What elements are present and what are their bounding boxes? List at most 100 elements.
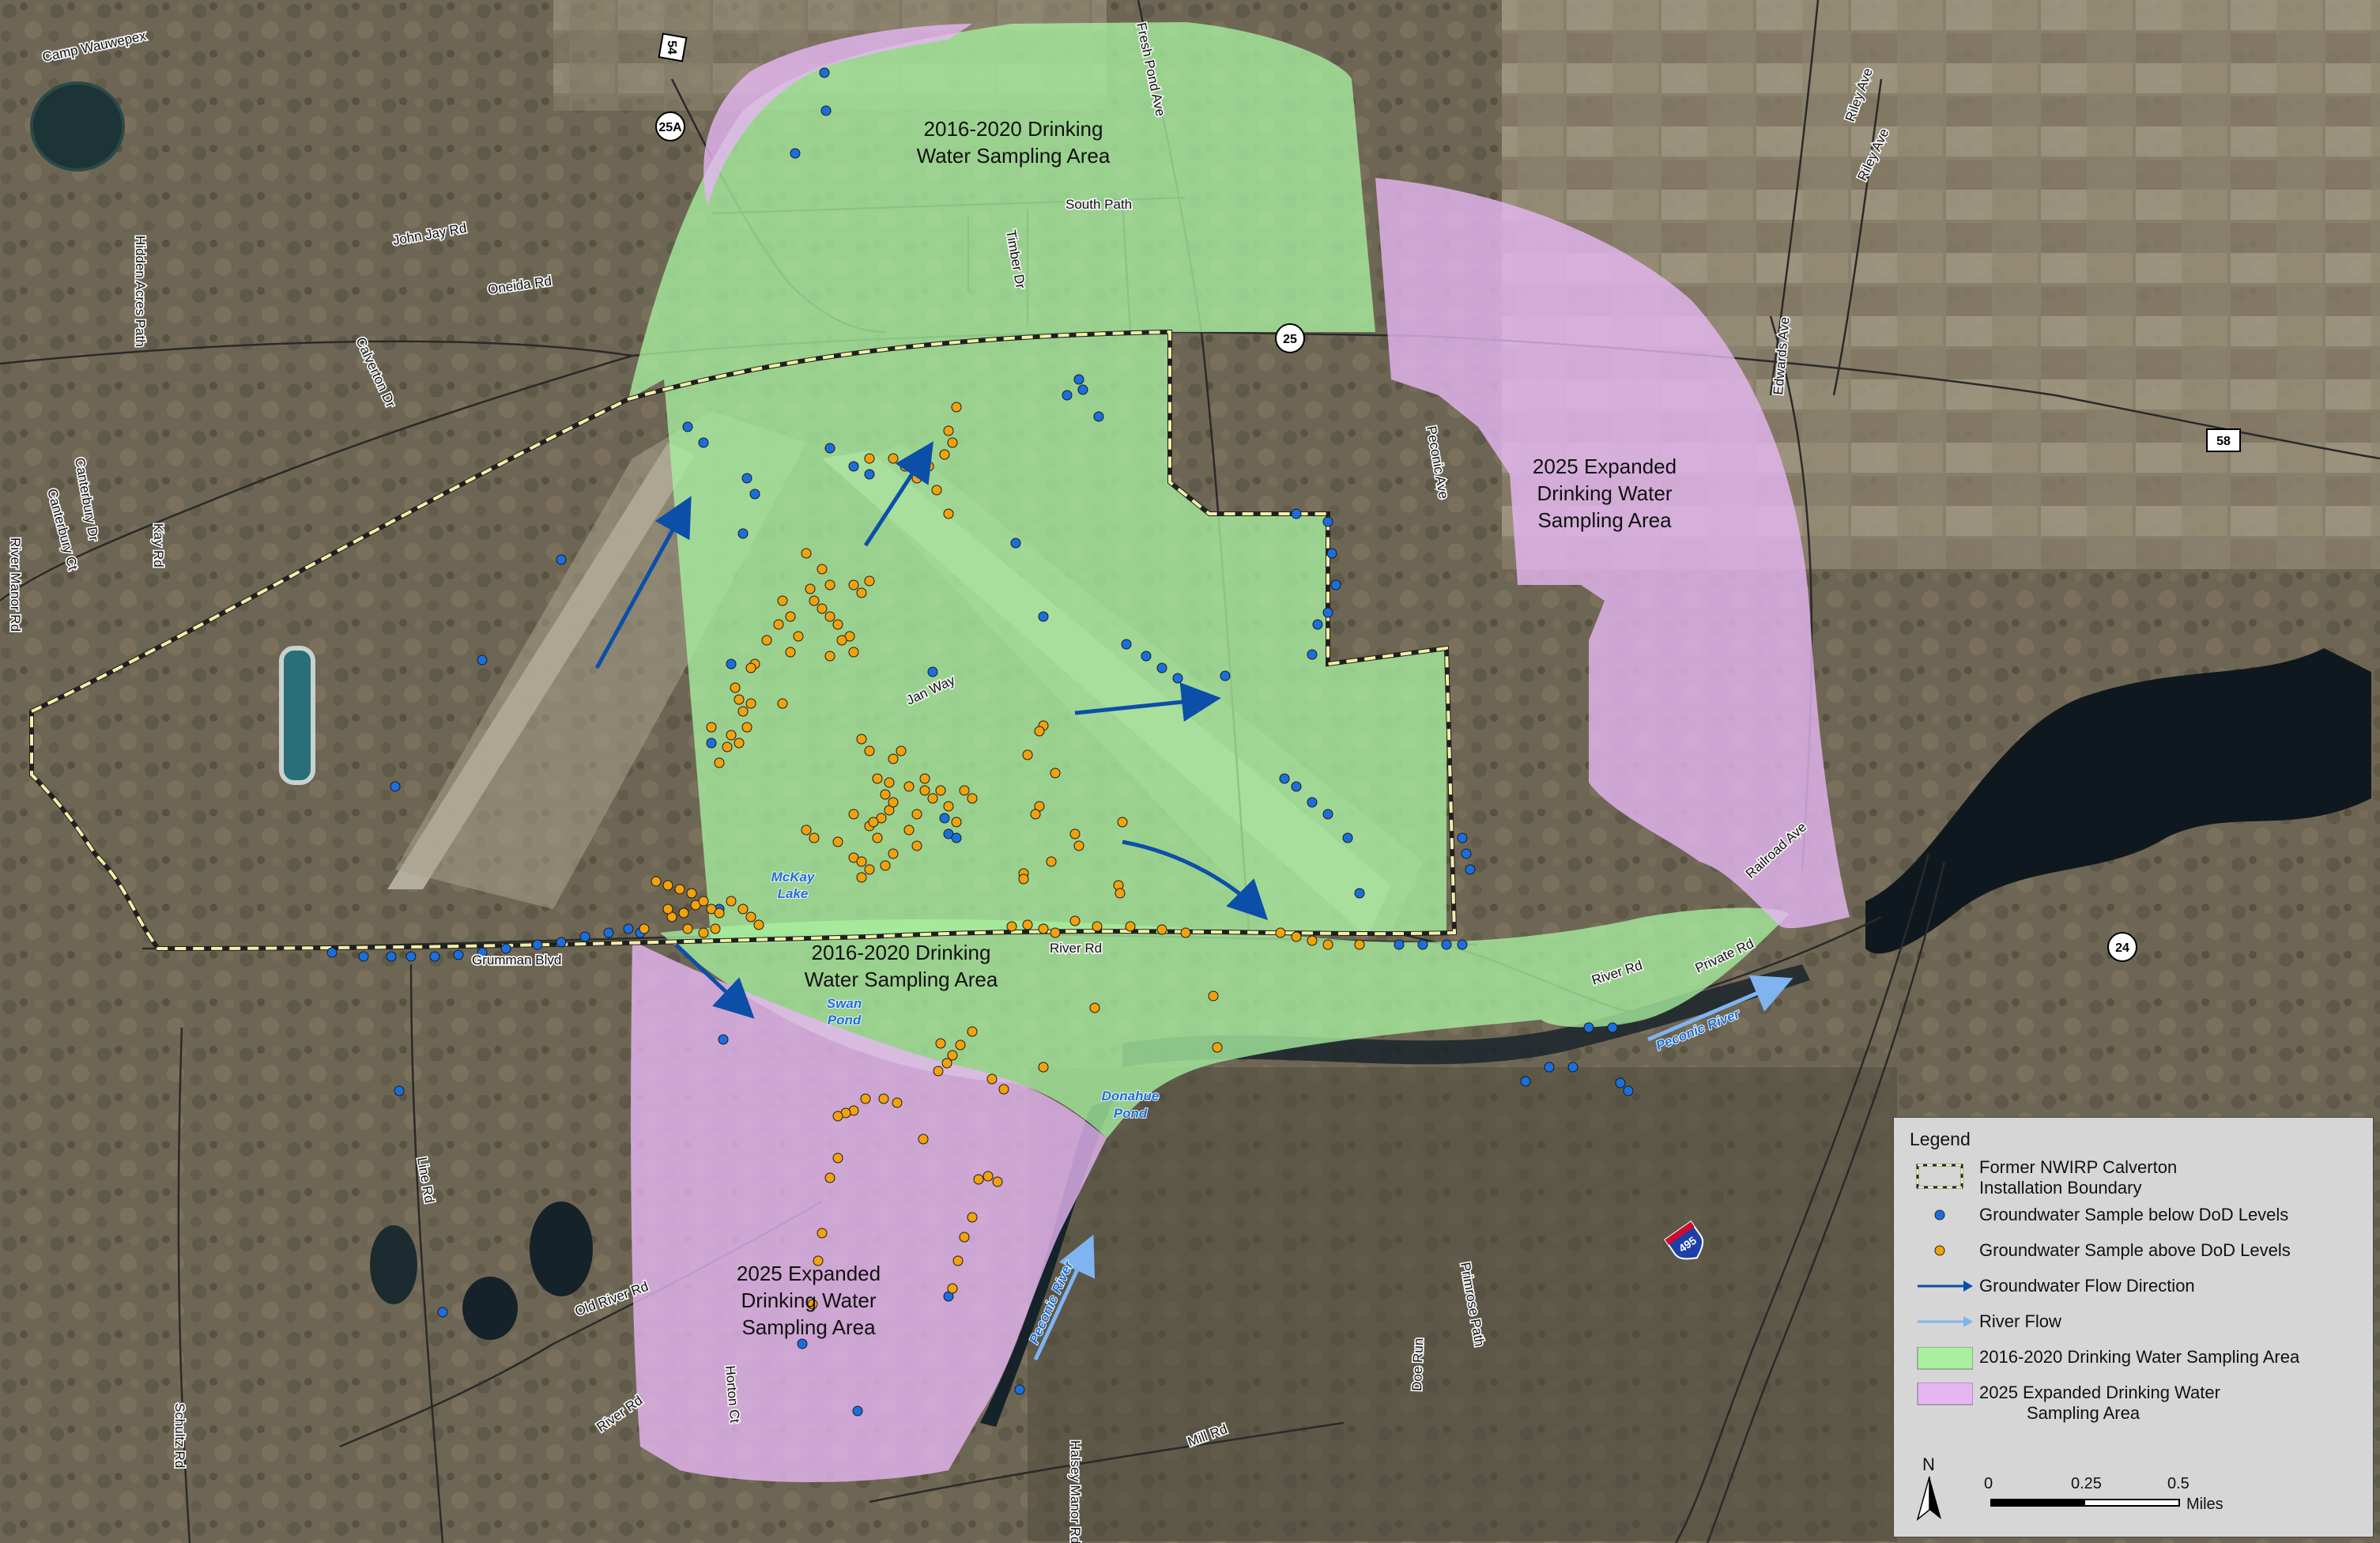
sample-point-above-levels	[1117, 817, 1128, 828]
sample-point-below-levels	[1441, 939, 1452, 950]
sample-point-above-levels	[947, 437, 958, 448]
sample-point-below-levels	[326, 947, 338, 958]
sample-point-above-levels	[785, 611, 796, 622]
sample-point-above-levels	[884, 777, 895, 788]
road-label: Doe Run	[1409, 1337, 1426, 1391]
sample-point-below-levels	[386, 951, 397, 962]
sample-point-above-levels	[888, 797, 899, 808]
sample-point-above-levels	[923, 461, 934, 472]
legend-label: River Flow	[1979, 1311, 2061, 1331]
sample-point-above-levels	[1069, 915, 1081, 926]
flow-arrow-swatch	[1918, 1281, 1973, 1292]
orange-dot-swatch	[1934, 1245, 1945, 1256]
sample-point-below-levels	[1461, 848, 1472, 859]
legend-label: Former NWIRP Calverton	[1979, 1157, 2178, 1177]
sample-point-below-levels	[864, 469, 875, 480]
sample-point-above-levels	[986, 1073, 998, 1085]
sample-point-above-levels	[832, 1153, 843, 1164]
boundary-swatch	[1916, 1164, 1963, 1189]
sample-point-above-levels	[848, 809, 859, 820]
sample-point-below-levels	[718, 1034, 729, 1045]
sample-point-above-levels	[943, 508, 954, 519]
sample-point-above-levels	[955, 1039, 966, 1051]
sample-point-above-levels	[1022, 749, 1033, 760]
sample-point-below-levels	[1307, 797, 1318, 808]
sample-point-above-levels	[817, 1228, 828, 1239]
sample-point-above-levels	[856, 587, 867, 598]
sample-point-above-levels	[1073, 840, 1084, 851]
legend-label: Installation Boundary	[1979, 1178, 2142, 1198]
sample-point-above-levels	[911, 809, 922, 820]
sample-point-below-levels	[1354, 888, 1365, 899]
sample-point-above-levels	[801, 548, 812, 559]
map-legend: Legend Former NWIRP Calverton Installatio…	[1893, 1117, 2374, 1537]
sample-point-above-levels	[864, 864, 875, 875]
sample-point-below-levels	[1014, 1384, 1025, 1395]
sample-point-above-levels	[809, 595, 820, 606]
pond-south-2	[462, 1277, 518, 1340]
sample-point-above-levels	[1050, 768, 1061, 779]
svg-text:54: 54	[665, 40, 678, 55]
sample-point-above-levels	[824, 1172, 835, 1183]
route-shield-25a: 25A	[655, 111, 685, 141]
sample-point-above-levels	[1046, 856, 1057, 867]
road-label: Halsey Manor Rd	[1068, 1440, 1083, 1543]
sample-point-above-levels	[848, 647, 859, 658]
sample-point-above-levels	[1275, 927, 1286, 938]
sample-point-above-levels	[809, 832, 820, 843]
sample-point-above-levels	[864, 453, 875, 464]
sample-point-above-levels	[777, 595, 788, 606]
road-label: Grumman Blvd	[472, 953, 561, 968]
sample-point-below-levels	[1322, 516, 1333, 527]
sample-point-below-levels	[1172, 673, 1183, 684]
sample-point-above-levels	[1354, 939, 1365, 950]
sample-point-below-levels	[603, 927, 614, 938]
sample-point-above-levels	[714, 907, 725, 919]
sample-point-above-levels	[706, 722, 717, 733]
sample-point-above-levels	[856, 872, 867, 883]
route-shield-25: 25	[1275, 323, 1305, 353]
scale-tick-2: 0.5	[2167, 1475, 2190, 1492]
sample-point-below-levels	[797, 1338, 808, 1349]
sample-point-above-levels	[872, 773, 883, 784]
sample-point-above-levels	[951, 402, 962, 413]
sample-point-below-levels	[1062, 390, 1073, 401]
sample-point-below-levels	[848, 461, 859, 472]
sample-point-below-levels	[1121, 639, 1132, 650]
sample-point-above-levels	[967, 1026, 978, 1037]
river-arrow-swatch	[1918, 1316, 1973, 1327]
sample-point-above-levels	[951, 817, 962, 828]
sample-point-below-levels	[1544, 1062, 1555, 1073]
sample-point-above-levels	[1291, 931, 1302, 942]
sample-point-above-levels	[911, 840, 922, 851]
sample-point-below-levels	[1291, 781, 1302, 792]
sample-point-below-levels	[741, 473, 752, 484]
sample-point-below-levels	[737, 528, 749, 539]
legend-item-above-levels: Groundwater Sample above DoD Levels	[1910, 1240, 2368, 1275]
sample-point-above-levels	[817, 564, 828, 575]
sample-point-above-levels	[824, 651, 835, 662]
sample-point-below-levels	[358, 951, 369, 962]
sample-point-above-levels	[824, 611, 835, 622]
sample-point-above-levels	[832, 1111, 843, 1122]
sample-point-below-levels	[437, 1307, 448, 1318]
sample-point-above-levels	[992, 1176, 1003, 1187]
sample-point-above-levels	[836, 635, 847, 646]
sample-point-above-levels	[1034, 726, 1045, 737]
sample-point-above-levels	[737, 706, 749, 717]
sample-point-above-levels	[856, 734, 867, 745]
area-label-purple-east: 2025 Expanded Drinking Water Sampling Area	[1533, 455, 1677, 532]
legend-label: 2016-2020 Drinking Water Sampling Area	[1979, 1347, 2300, 1367]
sample-point-below-levels	[1623, 1085, 1634, 1096]
sample-point-below-levels	[532, 939, 543, 950]
sample-point-below-levels	[1141, 651, 1152, 662]
scale-tick-1: 0.25	[2071, 1475, 2102, 1492]
scale-unit: Miles	[2186, 1496, 2223, 1513]
sample-point-above-levels	[714, 757, 725, 768]
sample-point-below-levels	[1583, 1022, 1594, 1033]
sample-point-above-levels	[943, 425, 954, 436]
sample-point-below-levels	[927, 666, 938, 677]
sample-point-above-levels	[1022, 919, 1033, 930]
sample-point-below-levels	[1220, 670, 1231, 681]
sample-point-above-levels	[860, 1093, 871, 1104]
